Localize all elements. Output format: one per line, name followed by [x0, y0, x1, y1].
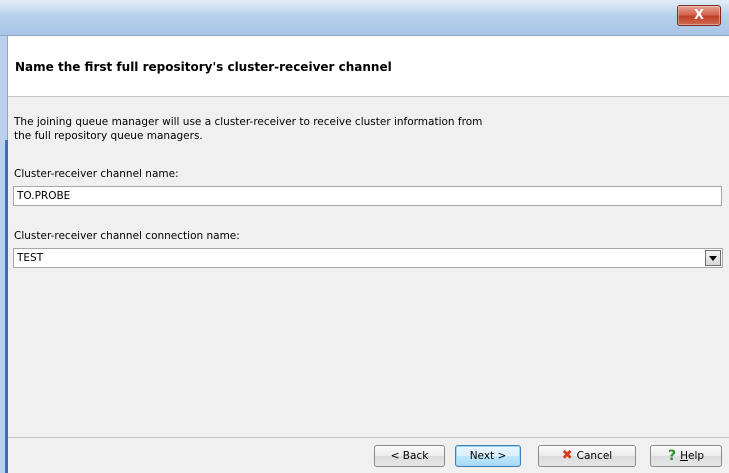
- back-button-label: < Back: [390, 450, 429, 462]
- wizard-header: Name the first full repository's cluster…: [8, 36, 729, 97]
- help-button[interactable]: ? Help: [650, 445, 722, 467]
- title-bar: X: [0, 0, 729, 36]
- page-title: Name the first full repository's cluster…: [15, 60, 392, 74]
- connection-name-label: Cluster-receiver channel connection name…: [14, 230, 240, 242]
- next-button[interactable]: Next >: [455, 445, 521, 467]
- cancel-button-label: Cancel: [576, 450, 613, 462]
- cancel-button[interactable]: ✖ Cancel: [538, 445, 636, 467]
- channel-name-label: Cluster-receiver channel name:: [14, 168, 179, 180]
- close-icon: X: [693, 8, 705, 23]
- description-text: The joining queue manager will use a clu…: [14, 116, 483, 142]
- help-button-label: elp: [687, 450, 705, 462]
- question-icon: ?: [667, 448, 677, 464]
- close-button[interactable]: X: [677, 5, 721, 26]
- wizard-content: The joining queue manager will use a clu…: [8, 97, 729, 437]
- channel-name-input[interactable]: [13, 186, 722, 206]
- next-button-label: Next >: [469, 450, 507, 462]
- connection-name-combo[interactable]: TEST: [13, 248, 723, 268]
- button-bar: < Back Next > ✖ Cancel ? Help: [8, 437, 729, 473]
- connection-name-value: TEST: [17, 252, 44, 264]
- cross-icon: ✖: [561, 448, 573, 463]
- help-mnemonic: H: [680, 450, 688, 462]
- back-button[interactable]: < Back: [374, 445, 445, 467]
- dropdown-arrow-icon[interactable]: [705, 250, 721, 266]
